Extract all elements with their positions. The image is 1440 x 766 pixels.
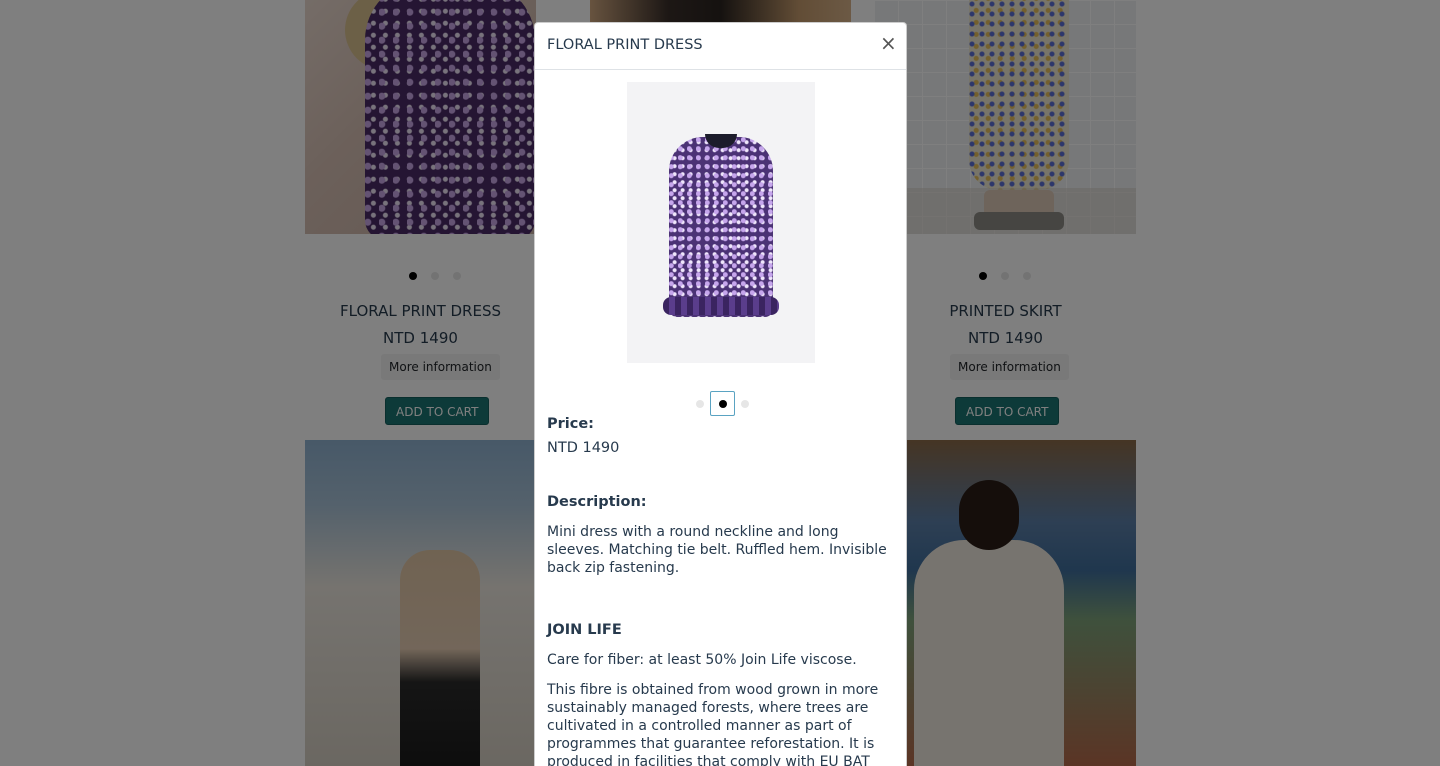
- modal-carousel-dots: [696, 391, 749, 416]
- modal-title: FLORAL PRINT DRESS: [547, 37, 703, 53]
- modal-header: FLORAL PRINT DRESS ×: [535, 23, 906, 70]
- fibre-text: This fibre is obtained from wood grown i…: [547, 682, 879, 766]
- carousel-dot[interactable]: [696, 399, 704, 408]
- product-detail-modal: FLORAL PRINT DRESS × Price: NTD 1490 Des…: [534, 22, 907, 766]
- join-life-heading: JOIN LIFE: [547, 622, 622, 638]
- dress-hem: [663, 297, 779, 315]
- dress-image: [669, 137, 773, 317]
- description-label: Description:: [547, 494, 647, 510]
- modal-body: Price: NTD 1490 Description: Mini dress …: [547, 415, 897, 766]
- carousel-dot-focused[interactable]: [710, 391, 735, 416]
- carousel-dot-active: [718, 399, 727, 408]
- description-text: Mini dress with a round neckline and lon…: [547, 524, 887, 576]
- product-image-carousel[interactable]: [627, 82, 815, 363]
- price-label: Price:: [547, 416, 594, 432]
- close-icon[interactable]: ×: [880, 33, 897, 53]
- carousel-dot[interactable]: [741, 399, 749, 408]
- care-text: Care for fiber: at least 50% Join Life v…: [547, 652, 857, 668]
- price-value: NTD 1490: [547, 440, 620, 456]
